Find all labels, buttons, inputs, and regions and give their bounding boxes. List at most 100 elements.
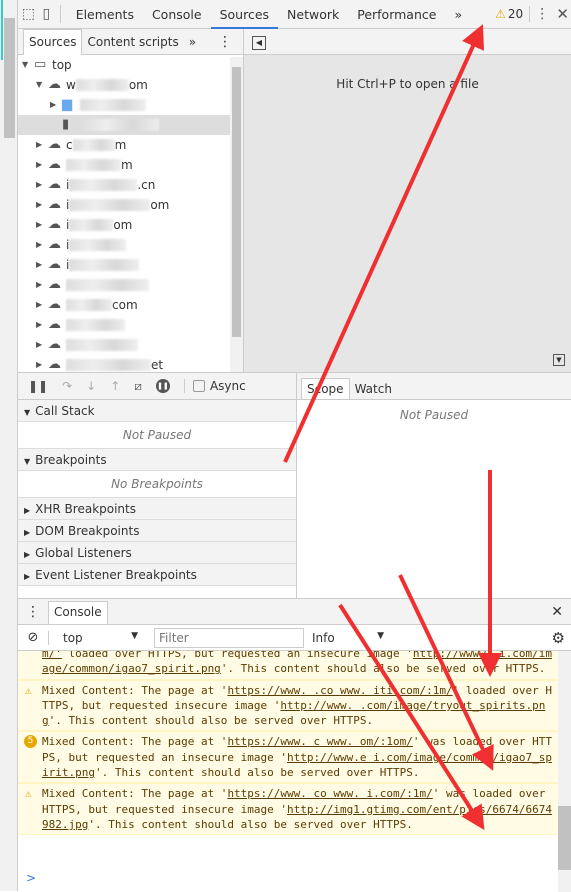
expand-arrow-icon[interactable]: ▼ bbox=[36, 75, 48, 95]
tab-sources[interactable]: Sources bbox=[210, 0, 279, 29]
expand-arrow-icon[interactable]: ▼ bbox=[22, 55, 34, 75]
close-drawer-icon[interactable]: ✕ bbox=[551, 604, 563, 620]
domain-cloud-icon: ☁ bbox=[48, 317, 61, 332]
collapse-arrow-icon[interactable]: ▶ bbox=[36, 255, 48, 275]
tab-console[interactable]: Console bbox=[143, 0, 211, 29]
section-dom-breakpoints[interactable]: ▶ DOM Breakpoints bbox=[18, 520, 296, 542]
warning-count: 20 bbox=[507, 7, 524, 21]
nav-scrollbar[interactable] bbox=[230, 57, 243, 372]
collapse-arrow-icon[interactable]: ▶ bbox=[36, 295, 48, 315]
warning-icon: ⚠ bbox=[25, 787, 32, 801]
collapse-arrow-icon[interactable]: ▶ bbox=[36, 135, 48, 155]
warning-counter[interactable]: ⚠ 20 bbox=[495, 7, 523, 21]
page-scrollbar-thumb[interactable] bbox=[4, 18, 15, 138]
tree-item[interactable]: ▮ bbox=[18, 115, 243, 135]
filter-input[interactable] bbox=[154, 627, 304, 648]
nav-menu-icon[interactable]: ⋮ bbox=[213, 34, 237, 50]
section-xhr-breakpoints[interactable]: ▶ XHR Breakpoints bbox=[18, 498, 296, 520]
settings-gear-icon[interactable]: ⚙ bbox=[552, 629, 565, 647]
domain-cloud-icon: ☁ bbox=[48, 337, 61, 352]
redacted-text bbox=[66, 159, 121, 171]
tree-item[interactable]: ▶ ☁ i bbox=[18, 235, 243, 255]
message-link[interactable]: https://www. .co www. iti.com/:1m/ bbox=[227, 684, 452, 697]
collapse-arrow-icon[interactable]: ▶ bbox=[36, 195, 48, 215]
tree-item[interactable]: ▶ ☁ c m bbox=[18, 135, 243, 155]
step-into-icon[interactable]: ↓ bbox=[86, 379, 96, 393]
domain-cloud-icon: ☁ bbox=[48, 257, 61, 272]
tree-item[interactable]: ▼ ☁ w om bbox=[18, 75, 243, 95]
message-text: Mixed Content: The page at ' bbox=[42, 683, 228, 697]
close-icon[interactable]: ✕ bbox=[554, 5, 571, 23]
collapse-arrow-icon[interactable]: ▶ bbox=[36, 235, 48, 255]
redacted-text bbox=[75, 79, 129, 91]
tree-item[interactable]: ▶ ☁ i bbox=[18, 255, 243, 275]
collapse-arrow-icon[interactable]: ▶ bbox=[36, 315, 48, 335]
pause-on-exceptions-icon[interactable]: ❚❚ bbox=[155, 379, 170, 393]
folder-icon: ▆ bbox=[62, 97, 72, 112]
message-link[interactable]: m/' bbox=[42, 651, 62, 660]
tab-network[interactable]: Network bbox=[278, 0, 348, 29]
section-title: Global Listeners bbox=[35, 546, 132, 560]
nav-tab-sources[interactable]: Sources bbox=[23, 28, 83, 55]
async-checkbox[interactable] bbox=[192, 380, 205, 392]
tab-performance[interactable]: Performance bbox=[348, 0, 445, 29]
nav-tab-content-scripts[interactable]: Content scripts bbox=[82, 35, 183, 49]
section-global-listeners[interactable]: ▶ Global Listeners bbox=[18, 542, 296, 564]
console-warning-message: ⚠ Mixed Content: The page at 'https://www… bbox=[18, 679, 558, 732]
tree-item[interactable]: ▶ ☁ com bbox=[18, 295, 243, 315]
domain-cloud-icon: ☁ bbox=[48, 197, 61, 212]
collapse-arrow-icon[interactable]: ▶ bbox=[36, 175, 48, 195]
console-prompt[interactable]: > bbox=[26, 871, 36, 885]
inspect-icon[interactable]: ⬚ bbox=[18, 6, 39, 22]
domain-cloud-icon: ☁ bbox=[48, 177, 61, 192]
tree-item[interactable]: ▶ ☁ i om bbox=[18, 195, 243, 215]
pause-icon[interactable]: ❚❚ bbox=[28, 379, 48, 393]
collapse-arrow-icon[interactable]: ▶ bbox=[36, 275, 48, 295]
tree-item-label: top bbox=[52, 58, 72, 72]
page-scrollbar[interactable] bbox=[0, 0, 18, 891]
tree-item[interactable]: ▶ ☁ m bbox=[18, 155, 243, 175]
context-select[interactable]: top ▼ bbox=[48, 630, 138, 645]
collapse-arrow-icon[interactable]: ▶ bbox=[36, 155, 48, 175]
domain-cloud-icon: ☁ bbox=[48, 237, 61, 252]
toggle-navigator-icon[interactable]: ◀ bbox=[252, 36, 266, 50]
tree-item[interactable]: ▶ ☁ i .cn bbox=[18, 175, 243, 195]
device-icon[interactable]: ▯ bbox=[39, 6, 54, 22]
tab-console-drawer[interactable]: Console bbox=[48, 600, 108, 625]
tree-item[interactable]: ▶ ☁ bbox=[18, 275, 243, 295]
tree-item[interactable]: ▶ ☁ bbox=[18, 315, 243, 335]
page-edge bbox=[1, 0, 3, 60]
collapse-arrow-icon[interactable]: ▶ bbox=[36, 215, 48, 235]
console-scrollbar[interactable] bbox=[558, 651, 571, 892]
message-link[interactable]: https://www. co www. i.com/:1m/ bbox=[227, 787, 432, 800]
tab-elements[interactable]: Elements bbox=[67, 0, 143, 29]
domain-cloud-icon: ☁ bbox=[48, 277, 61, 292]
collapse-arrow-icon[interactable]: ▶ bbox=[50, 95, 62, 115]
tree-item[interactable]: ▶ ☁ bbox=[18, 335, 243, 355]
tab-watch[interactable]: Watch bbox=[350, 379, 397, 399]
tab-scope[interactable]: Scope bbox=[301, 378, 350, 399]
deactivate-breakpoints-icon[interactable]: ⧄ bbox=[134, 379, 142, 394]
tree-item[interactable]: ▼ ▭ top bbox=[18, 55, 243, 75]
tree-item-suffix: om bbox=[113, 218, 133, 232]
clear-console-icon[interactable]: ⊘ bbox=[18, 630, 48, 645]
step-out-icon[interactable]: ↑ bbox=[110, 379, 120, 393]
domain-cloud-icon: ☁ bbox=[48, 137, 61, 152]
section-breakpoints[interactable]: ▼ Breakpoints bbox=[18, 449, 296, 471]
redacted-text bbox=[72, 139, 115, 151]
section-call-stack[interactable]: ▼ Call Stack bbox=[18, 400, 296, 422]
message-link[interactable]: https://www. c www. om/:1om/ bbox=[227, 735, 412, 748]
collapse-arrow-icon[interactable]: ▶ bbox=[36, 335, 48, 355]
toggle-debugger-icon[interactable]: ▼ bbox=[553, 354, 565, 366]
kebab-menu-icon[interactable]: ⋮ bbox=[529, 6, 554, 22]
nav-more-icon[interactable]: » bbox=[184, 35, 201, 49]
tree-item[interactable]: ▶ ☁ i om bbox=[18, 215, 243, 235]
message-link[interactable]: http://ww bbox=[413, 651, 473, 660]
step-over-icon[interactable]: ↷ bbox=[62, 379, 72, 393]
tree-item-suffix: com bbox=[112, 298, 138, 312]
level-select[interactable]: Info ▼ bbox=[312, 631, 384, 645]
more-tabs-icon[interactable]: » bbox=[445, 0, 471, 29]
tree-item[interactable]: ▶ ▆ bbox=[18, 95, 243, 115]
drawer-menu-icon[interactable]: ⋮ bbox=[18, 604, 48, 620]
section-event-listener-breakpoints[interactable]: ▶ Event Listener Breakpoints bbox=[18, 564, 296, 586]
